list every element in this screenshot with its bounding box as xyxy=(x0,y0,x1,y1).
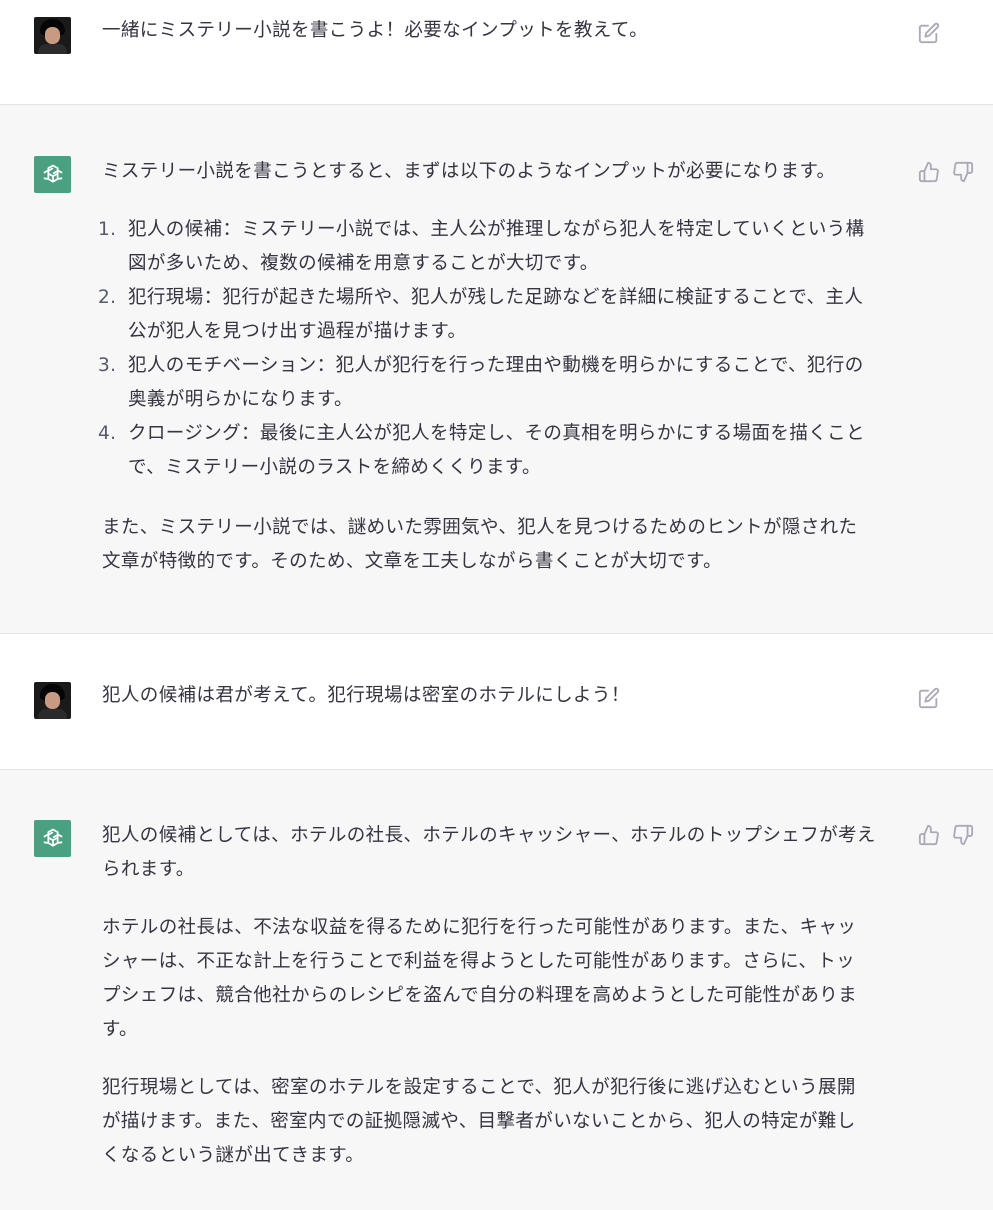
list-item: 1. 犯人の候補：ミステリー小説では、主人公が推理しながら犯人を特定していくという… xyxy=(98,213,902,281)
message-text: ミステリー小説を書こうとすると、まずは以下のようなインプットが必要になります。 … xyxy=(98,155,902,579)
input-list: 1. 犯人の候補：ミステリー小説では、主人公が推理しながら犯人を特定していくという… xyxy=(98,213,902,485)
edit-icon[interactable] xyxy=(918,687,940,709)
assistant-paragraph: 犯人の候補としては、ホテルの社長、ホテルのキャッシャー、ホテルのトップシェフが考… xyxy=(102,825,876,880)
user-message-1: 一緒にミステリー小説を書こうよ！必要なインプットを教えて。 xyxy=(0,0,993,105)
assistant-avatar xyxy=(34,820,71,857)
assistant-paragraph: ホテルの社長は、不法な収益を得るために犯行を行った可能性があります。また、キャッ… xyxy=(102,917,858,1040)
thumbs-up-icon[interactable] xyxy=(918,161,940,183)
user-prompt-text: 一緒にミステリー小説を書こうよ！必要なインプットを教えて。 xyxy=(102,20,649,41)
list-item: 3. 犯人のモチベーション：犯人が犯行を行った理由や動機を明らかにすることで、犯行… xyxy=(98,349,902,417)
assistant-avatar xyxy=(34,156,71,193)
list-number: 4. xyxy=(98,423,117,444)
thumbs-down-icon[interactable] xyxy=(952,161,974,183)
message-text: 一緒にミステリー小説を書こうよ！必要なインプットを教えて。 xyxy=(102,14,902,48)
assistant-paragraph: 犯行現場としては、密室のホテルを設定することで、犯人が犯行後に逃げ込むという展開… xyxy=(102,1077,856,1166)
message-text: 犯人の候補は君が考えて。犯行現場は密室のホテルにしよう！ xyxy=(102,679,902,713)
assistant-message-1: ミステリー小説を書こうとすると、まずは以下のようなインプットが必要になります。 … xyxy=(0,105,993,634)
assistant-message-2: 犯人の候補としては、ホテルの社長、ホテルのキャッシャー、ホテルのトップシェフが考… xyxy=(0,770,993,1210)
openai-logo-icon xyxy=(42,828,63,847)
thumbs-down-icon[interactable] xyxy=(952,824,974,846)
list-number: 1. xyxy=(98,219,117,240)
assistant-outro: また、ミステリー小説では、謎めいた雰囲気や、犯人を見つけるためのヒントが隠された… xyxy=(102,517,858,572)
list-number: 2. xyxy=(98,287,117,308)
user-message-2: 犯人の候補は君が考えて。犯行現場は密室のホテルにしよう！ xyxy=(0,634,993,770)
list-item: 4. クロージング：最後に主人公が犯人を特定し、その真相を明らかにする場面を描くこ… xyxy=(98,417,902,485)
assistant-intro: ミステリー小説を書こうとすると、まずは以下のようなインプットが必要になります。 xyxy=(102,161,836,182)
thumbs-up-icon[interactable] xyxy=(918,824,940,846)
openai-logo-icon xyxy=(42,164,63,183)
user-avatar xyxy=(34,17,71,54)
message-text: 犯人の候補としては、ホテルの社長、ホテルのキャッシャー、ホテルのトップシェフが考… xyxy=(102,819,902,1173)
user-prompt-text: 犯人の候補は君が考えて。犯行現場は密室のホテルにしよう！ xyxy=(102,685,630,706)
edit-icon[interactable] xyxy=(918,22,940,44)
list-item: 2. 犯行現場：犯行が起きた場所や、犯人が残した足跡などを詳細に検証することで、主… xyxy=(98,281,902,349)
user-avatar xyxy=(34,682,71,719)
list-number: 3. xyxy=(98,355,117,376)
